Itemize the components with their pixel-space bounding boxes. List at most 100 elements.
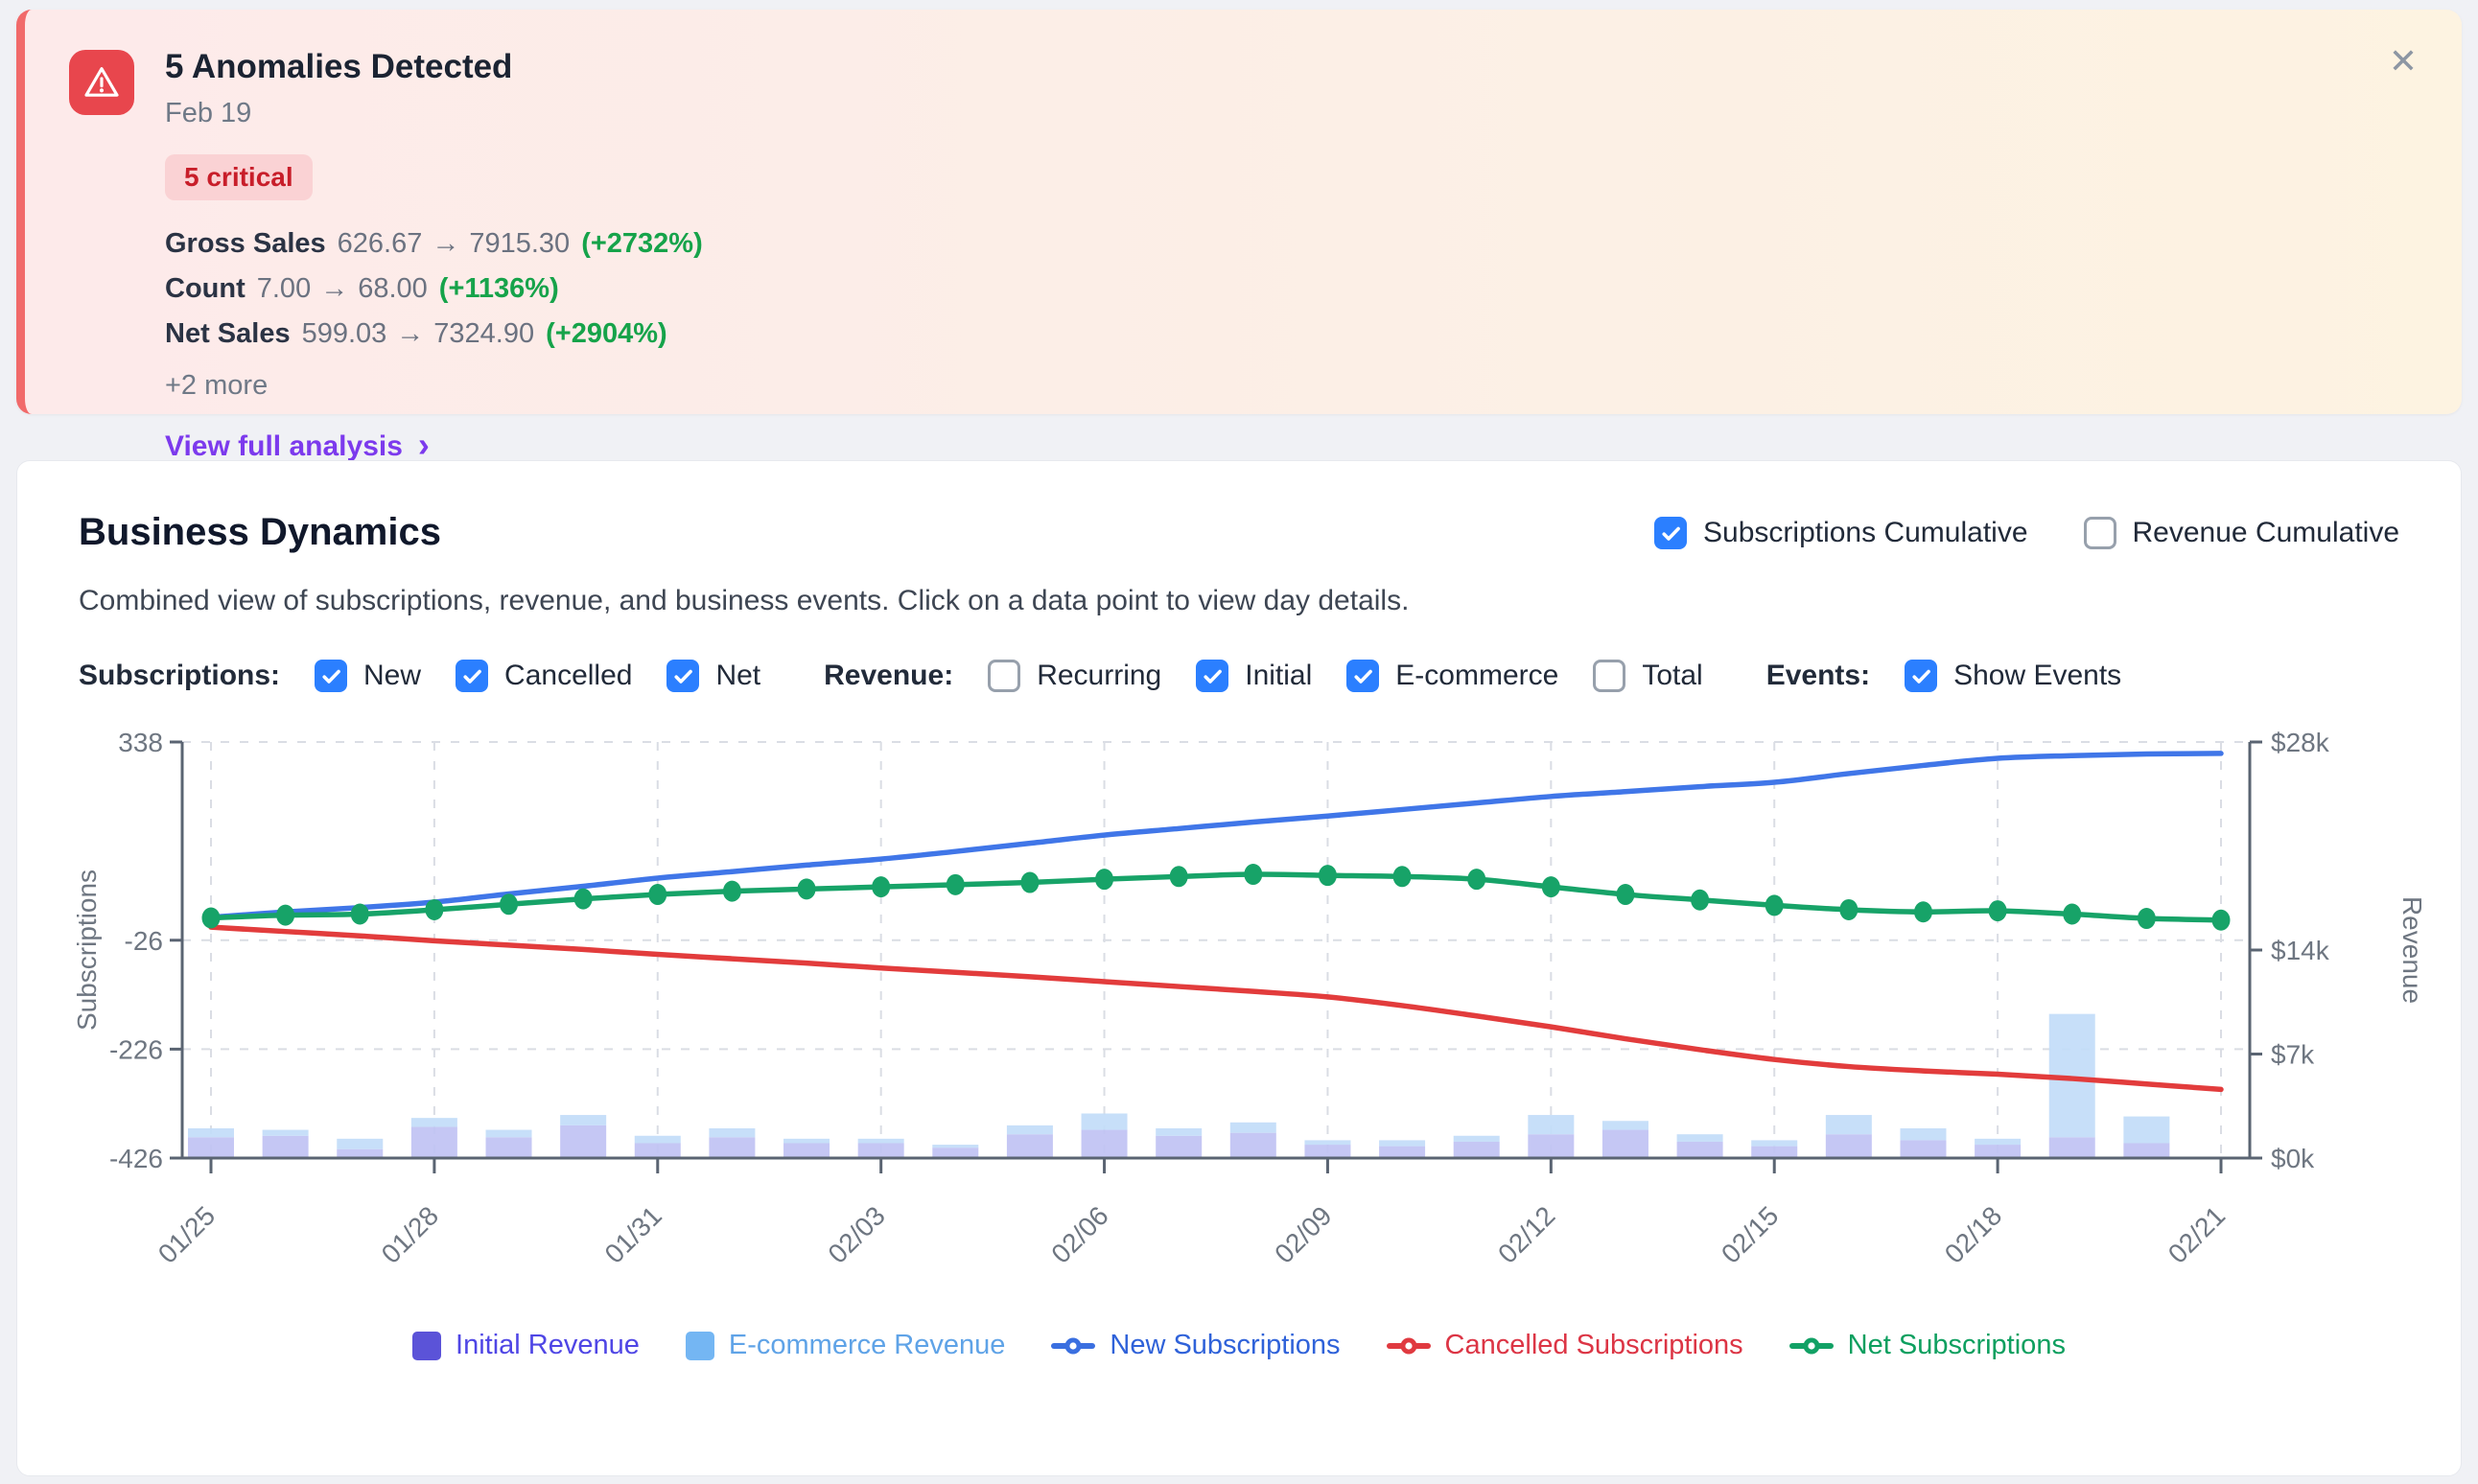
point-net-subscriptions[interactable] [1393, 866, 1412, 887]
bar-e-commerce-revenue[interactable] [337, 1139, 383, 1149]
combo-chart[interactable]: 338-26-226-426$28k$14k$7k$0k01/2501/2801… [63, 725, 2399, 1305]
checkbox-unchecked[interactable] [2084, 517, 2116, 549]
bar-initial-revenue[interactable] [1751, 1147, 1797, 1158]
bar-initial-revenue[interactable] [709, 1137, 755, 1158]
bar-e-commerce-revenue[interactable] [1751, 1140, 1797, 1146]
point-net-subscriptions[interactable] [1616, 884, 1634, 905]
point-net-subscriptions[interactable] [574, 889, 593, 910]
bar-initial-revenue[interactable] [932, 1148, 978, 1158]
point-net-subscriptions[interactable] [351, 904, 369, 925]
point-net-subscriptions[interactable] [872, 876, 890, 897]
legend-item-initial-revenue[interactable]: Initial Revenue [412, 1330, 640, 1361]
close-icon[interactable]: ✕ [2389, 44, 2418, 79]
filter-recurring[interactable]: Recurring [988, 660, 1161, 692]
bar-initial-revenue[interactable] [411, 1126, 457, 1158]
point-net-subscriptions[interactable] [947, 874, 965, 895]
checkbox-checked[interactable] [1196, 660, 1228, 692]
bar-e-commerce-revenue[interactable] [263, 1130, 309, 1136]
bar-e-commerce-revenue[interactable] [2123, 1117, 2169, 1144]
bar-e-commerce-revenue[interactable] [635, 1136, 681, 1144]
bar-initial-revenue[interactable] [1826, 1134, 1872, 1158]
bar-initial-revenue[interactable] [1975, 1145, 2021, 1158]
point-net-subscriptions[interactable] [1839, 899, 1858, 920]
bar-initial-revenue[interactable] [1454, 1142, 1500, 1158]
bar-e-commerce-revenue[interactable] [1677, 1134, 1723, 1142]
checkbox-checked[interactable] [456, 660, 488, 692]
filter-new[interactable]: New [315, 660, 421, 692]
point-net-subscriptions[interactable] [1244, 864, 1262, 885]
point-net-subscriptions[interactable] [1020, 872, 1039, 893]
bar-initial-revenue[interactable] [560, 1125, 606, 1158]
bar-e-commerce-revenue[interactable] [1900, 1128, 1946, 1140]
filter-net[interactable]: Net [666, 660, 760, 692]
bar-initial-revenue[interactable] [1156, 1136, 1202, 1158]
bar-initial-revenue[interactable] [263, 1136, 309, 1158]
line-cancelled-subscriptions[interactable] [211, 927, 2221, 1089]
bar-initial-revenue[interactable] [1082, 1130, 1128, 1158]
filter-initial[interactable]: Initial [1196, 660, 1312, 692]
legend-item-e-commerce-revenue[interactable]: E-commerce Revenue [686, 1330, 1006, 1361]
legend-item-cancelled-subscriptions[interactable]: Cancelled Subscriptions [1387, 1330, 1743, 1361]
bar-initial-revenue[interactable] [1677, 1142, 1723, 1158]
point-net-subscriptions[interactable] [1542, 876, 1560, 897]
bar-initial-revenue[interactable] [635, 1144, 681, 1159]
line-new-subscriptions[interactable] [211, 754, 2221, 917]
point-net-subscriptions[interactable] [723, 881, 741, 902]
point-net-subscriptions[interactable] [1467, 869, 1485, 890]
bar-e-commerce-revenue[interactable] [1230, 1123, 1276, 1133]
bar-initial-revenue[interactable] [1304, 1145, 1350, 1158]
bar-e-commerce-revenue[interactable] [858, 1139, 904, 1144]
checkbox-checked[interactable] [1346, 660, 1379, 692]
checkbox-checked[interactable] [315, 660, 347, 692]
point-net-subscriptions[interactable] [500, 893, 518, 915]
bar-initial-revenue[interactable] [1602, 1130, 1648, 1158]
bar-e-commerce-revenue[interactable] [932, 1145, 978, 1148]
bar-initial-revenue[interactable] [188, 1137, 234, 1158]
view-full-analysis-link[interactable]: View full analysis › [165, 430, 430, 463]
bar-e-commerce-revenue[interactable] [1007, 1125, 1053, 1134]
bar-e-commerce-revenue[interactable] [1975, 1139, 2021, 1145]
bar-e-commerce-revenue[interactable] [1082, 1114, 1128, 1130]
bar-e-commerce-revenue[interactable] [1826, 1115, 1872, 1134]
bar-e-commerce-revenue[interactable] [1379, 1140, 1425, 1146]
bar-initial-revenue[interactable] [2049, 1137, 2095, 1158]
point-net-subscriptions[interactable] [1095, 869, 1113, 890]
filter-e-commerce[interactable]: E-commerce [1346, 660, 1558, 692]
checkbox-checked[interactable] [666, 660, 699, 692]
bar-e-commerce-revenue[interactable] [1304, 1140, 1350, 1145]
bar-initial-revenue[interactable] [1900, 1140, 1946, 1158]
point-net-subscriptions[interactable] [2138, 908, 2156, 929]
bar-e-commerce-revenue[interactable] [411, 1118, 457, 1126]
bar-e-commerce-revenue[interactable] [1156, 1128, 1202, 1136]
filter-show-events[interactable]: Show Events [1905, 660, 2121, 692]
bar-e-commerce-revenue[interactable] [1602, 1121, 1648, 1129]
filter-total[interactable]: Total [1593, 660, 1702, 692]
checkbox-checked[interactable] [1905, 660, 1937, 692]
bar-e-commerce-revenue[interactable] [783, 1139, 830, 1144]
point-net-subscriptions[interactable] [1691, 890, 1709, 911]
bar-initial-revenue[interactable] [2123, 1144, 2169, 1159]
point-net-subscriptions[interactable] [1989, 900, 2007, 921]
point-net-subscriptions[interactable] [648, 884, 666, 905]
filter-cancelled[interactable]: Cancelled [456, 660, 632, 692]
point-net-subscriptions[interactable] [276, 905, 294, 926]
point-net-subscriptions[interactable] [1319, 865, 1337, 886]
point-net-subscriptions[interactable] [798, 878, 816, 899]
point-net-subscriptions[interactable] [1914, 901, 1932, 922]
point-net-subscriptions[interactable] [425, 899, 443, 920]
bar-e-commerce-revenue[interactable] [1454, 1136, 1500, 1142]
bar-e-commerce-revenue[interactable] [709, 1128, 755, 1137]
bar-e-commerce-revenue[interactable] [486, 1130, 532, 1138]
point-net-subscriptions[interactable] [1765, 894, 1784, 916]
bar-initial-revenue[interactable] [783, 1144, 830, 1159]
point-net-subscriptions[interactable] [2212, 910, 2231, 931]
checkbox-checked[interactable] [1654, 517, 1687, 549]
legend-item-net-subscriptions[interactable]: Net Subscriptions [1789, 1330, 2066, 1361]
bar-e-commerce-revenue[interactable] [1528, 1115, 1574, 1134]
checkbox-unchecked[interactable] [988, 660, 1020, 692]
bar-e-commerce-revenue[interactable] [560, 1115, 606, 1125]
checkbox-unchecked[interactable] [1593, 660, 1625, 692]
point-net-subscriptions[interactable] [1170, 866, 1188, 887]
bar-initial-revenue[interactable] [858, 1144, 904, 1159]
point-net-subscriptions[interactable] [2063, 904, 2081, 925]
